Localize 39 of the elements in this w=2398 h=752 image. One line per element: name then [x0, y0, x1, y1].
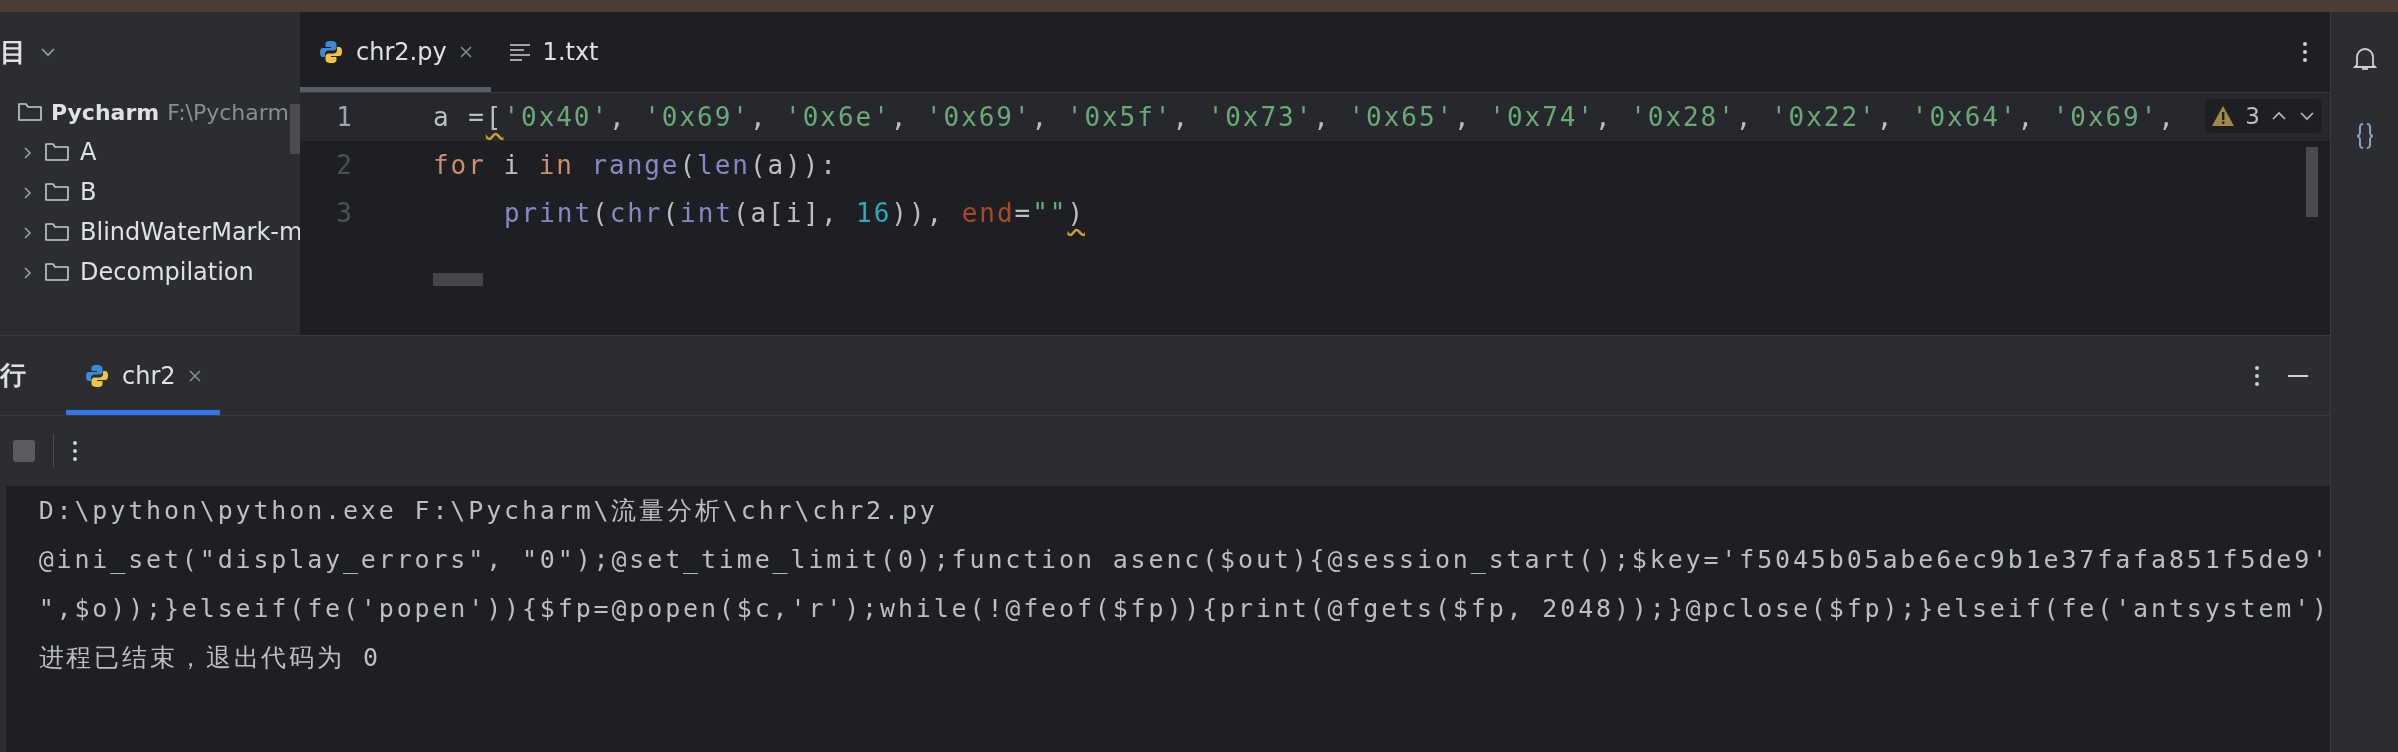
dropdown-chevron-icon[interactable] [40, 47, 56, 57]
folder-icon [44, 261, 70, 283]
code-line: for i in range(len(a)): [433, 150, 838, 180]
code-line: a =['0x40', '0x69', '0x6e', '0x69', '0x5f', '0x73', '0x65', '0x74', '0x28', '0x22', '0x64', '0x69', [433, 102, 2176, 132]
folder-icon [17, 101, 43, 123]
folder-icon [44, 221, 70, 243]
folder-icon [44, 141, 70, 163]
python-icon [318, 39, 344, 65]
console-line: ",$o));}elseif(fe('popen')){$fp=@popen($c,'r');while(!@feof($fp)){print(@fgets($fp, 2048));}@pclose($fp);}elseif(fe('antsystem') [38, 594, 2330, 623]
chevron-up-icon[interactable] [2270, 110, 2288, 122]
warning-icon[interactable] [2211, 105, 2236, 127]
panel-title: 行 [0, 359, 26, 392]
more-icon[interactable] [2254, 363, 2260, 388]
close-icon[interactable] [187, 368, 202, 383]
tree-item[interactable]: Pycharm F:\Pycharm [0, 92, 289, 132]
python-icon [84, 362, 110, 389]
code-line: print(chr(int(a[i], 16)), end="") [503, 198, 1085, 228]
more-icon[interactable] [72, 439, 78, 463]
bell-icon[interactable] [2352, 46, 2377, 72]
warning-count: 3 [2245, 103, 2260, 129]
run-tab[interactable]: chr2 [66, 336, 220, 415]
tree-item[interactable]: BlindWaterMark-m [0, 212, 300, 252]
console-line: D:\python\python.exe F:\Pycharm\流量分析\chr\chr2.py [38, 495, 938, 527]
folder-icon [44, 181, 70, 203]
panel-title: 目 [0, 35, 26, 69]
chevron-down-icon[interactable] [2298, 110, 2316, 122]
console-line: @ini_set("display_errors", "0");@set_time_limit(0);function asenc($out){@session_start();$key='f5045b05abe6ec9b1e37fafa851f5de9' [38, 545, 2330, 574]
close-icon[interactable] [458, 45, 473, 59]
tree-item[interactable]: A [0, 132, 97, 172]
tree-item[interactable]: B [0, 172, 97, 212]
line-number: 1 [335, 102, 353, 132]
scrollbar-thumb[interactable] [433, 273, 483, 286]
editor-tab[interactable]: 1.txt [490, 12, 617, 92]
more-icon[interactable] [2302, 40, 2308, 64]
scrollbar-thumb[interactable] [2306, 147, 2318, 217]
console-line: 进程已结束，退出代码为 0 [38, 642, 381, 674]
text-file-icon [508, 43, 531, 61]
scrollbar-thumb[interactable] [290, 104, 300, 154]
tree-item[interactable]: Decompilation [0, 252, 254, 292]
